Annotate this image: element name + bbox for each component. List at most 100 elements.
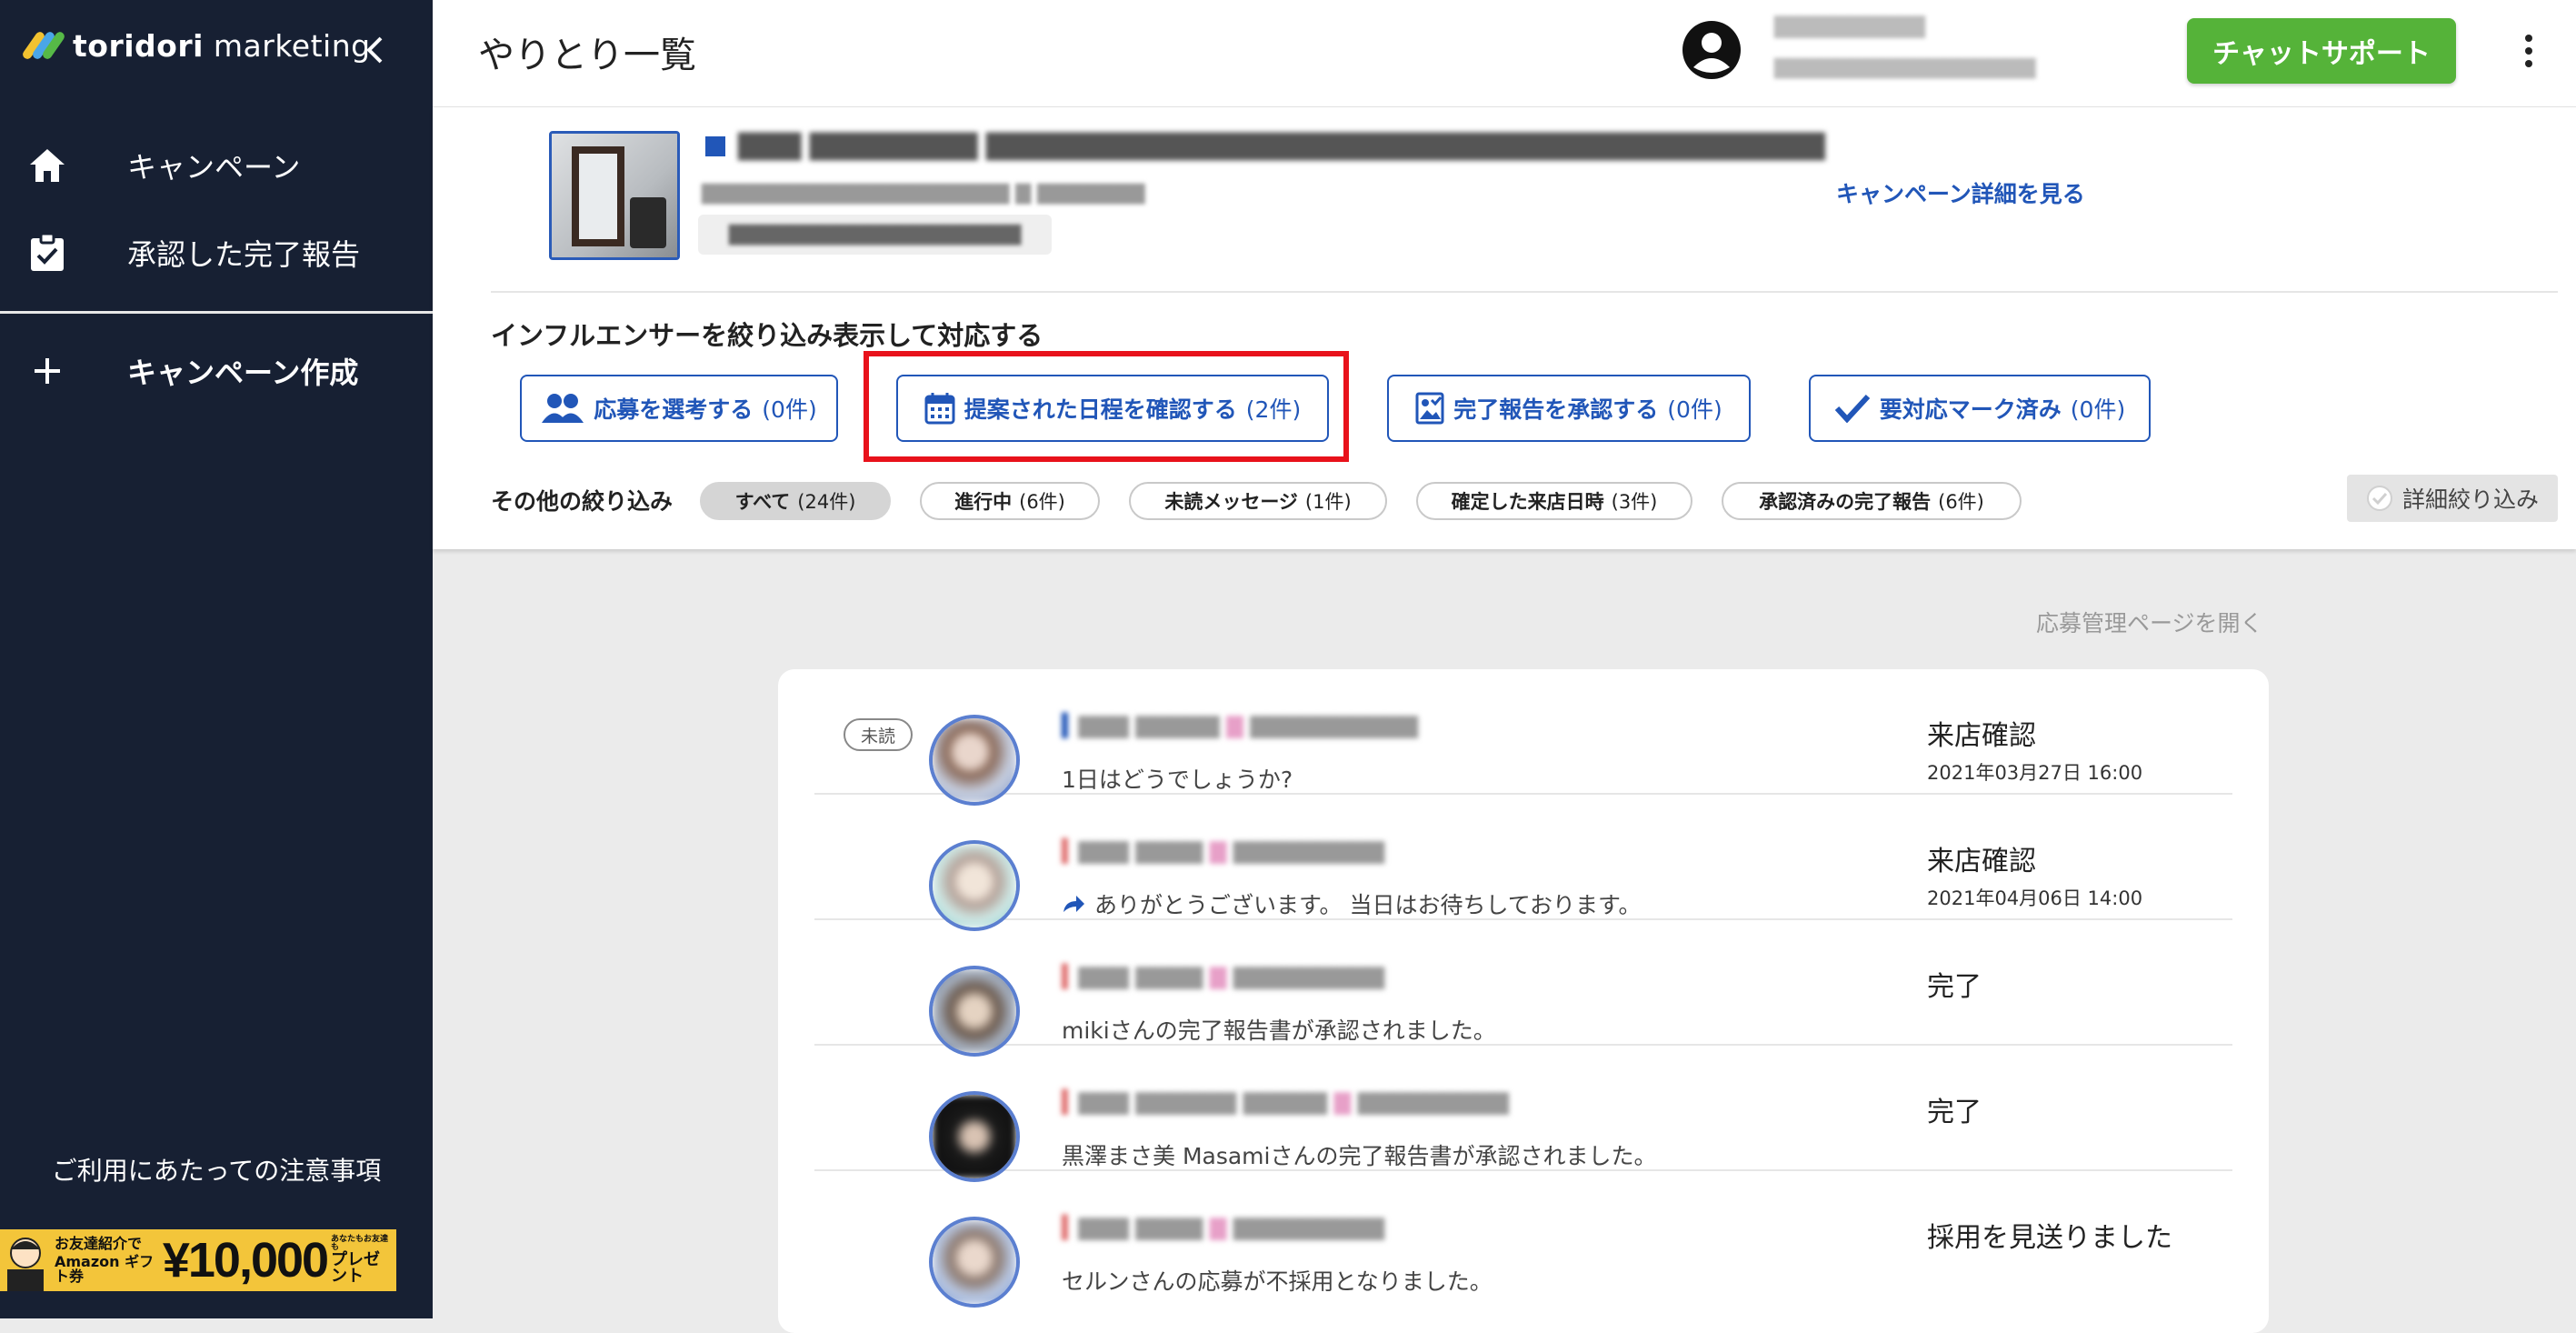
thread-row[interactable]: ▍▇▇▇ ▇▇▇▇ ▇ ▇▇▇▇▇▇▇▇▇ セルンさんの応募が不採用となりました… — [814, 1171, 2232, 1308]
avatar — [929, 715, 1020, 806]
unread-badge: 未読 — [844, 718, 913, 751]
check-circle-icon — [2366, 486, 2392, 511]
campaign-detail-link[interactable]: キャンペーン詳細を見る — [1836, 176, 2085, 209]
chip-all[interactable]: すべて (24件) — [700, 482, 891, 520]
sidebar-item-label: キャンペーン — [127, 150, 301, 185]
sender-name-redacted: ▍▇▇▇ ▇▇▇▇ ▇ ▇▇▇▇▇▇▇▇▇ — [1062, 838, 1385, 864]
chip-count: (24件) — [797, 491, 856, 513]
sidebar-collapse-button[interactable] — [356, 27, 393, 73]
avatar — [929, 1091, 1020, 1182]
message-text: ありがとうございます。 当日はお待ちしております。 — [1094, 892, 1642, 918]
campaign-category-tag: ▇▇▇▇▇▇▇▇▇▇▇▇▇▇▇▇▇▇▇ — [698, 215, 1053, 255]
chip-label: 確定した来店日時 — [1451, 491, 1604, 513]
plus-icon — [27, 351, 67, 391]
thread-status: 来店確認 — [1927, 720, 2036, 752]
chip-count: (1件) — [1304, 491, 1352, 513]
chip-label: 進行中 — [954, 491, 1013, 513]
chevron-left-icon — [366, 36, 383, 64]
thread-message: ありがとうございます。 当日はお待ちしております。 — [1062, 887, 1641, 920]
sidebar-item-approved-reports[interactable]: 承認した完了報告 — [0, 216, 433, 289]
thread-date: 2021年04月06日 14:00 — [1927, 887, 2143, 909]
chip-confirmed-visits[interactable]: 確定した来店日時 (3件) — [1416, 482, 1692, 520]
panel-divider — [491, 291, 2558, 293]
highlight-annotation-box — [864, 351, 1349, 462]
banner-small-bottom: Amazon ギフト券 — [55, 1253, 155, 1285]
referral-banner[interactable]: お友達紹介で Amazon ギフト券 ¥10,000 あなたもお友達も プレゼン… — [0, 1229, 396, 1291]
thread-row[interactable]: ▍▇▇▇ ▇▇▇▇ ▇ ▇▇▇▇▇▇▇▇▇ mikiさんの完了報告書が承認されま… — [814, 920, 2232, 1057]
thread-status: 来店確認 — [1927, 846, 2036, 877]
quick-label: 完了報告を承認する — [1453, 396, 1659, 423]
quick-count: (0件) — [1667, 396, 1722, 423]
checkmark-icon — [1834, 394, 1870, 423]
thread-message: 黒澤まさ美 Masamiさんの完了報告書が承認されました。 — [1062, 1138, 1656, 1171]
detail-filter-button[interactable]: 詳細絞り込み — [2347, 475, 2558, 522]
user-account-name: ▇▇▇▇▇▇▇▇▇▇▇▇▇▇▇▇▇ — [1774, 56, 2036, 79]
user-avatar-icon[interactable] — [1682, 20, 1742, 80]
logo-text: toridori marketing — [73, 27, 371, 64]
thread-message: 1日はどうでしょうか? — [1062, 762, 1293, 795]
sidebar-item-create-campaign[interactable]: キャンペーン作成 — [0, 335, 433, 407]
approve-reports-button[interactable]: 完了報告を承認する (0件) — [1387, 375, 1751, 442]
chip-label: 承認済みの完了報告 — [1759, 491, 1932, 513]
open-applications-page-link[interactable]: 応募管理ページを開く — [2036, 606, 2263, 638]
sidebar-item-campaigns[interactable]: キャンペーン — [0, 129, 433, 202]
select-applicants-button[interactable]: 応募を選考する (0件) — [520, 375, 838, 442]
campaign-thumbnail[interactable] — [549, 131, 680, 260]
sender-name-redacted: ▍▇▇▇ ▇▇▇▇ ▇ ▇▇▇▇▇▇▇▇▇ — [1062, 964, 1385, 989]
quick-count: (0件) — [762, 396, 817, 423]
banner-small-top: お友達紹介で — [55, 1235, 143, 1252]
chip-label: すべて — [734, 491, 791, 513]
message-text: 黒澤まさ美 Masamiさんの完了報告書が承認されました。 — [1062, 1143, 1657, 1169]
thread-status: 採用を見送りました — [1927, 1222, 2172, 1254]
campaign-title-redacted[interactable]: ▇▇▇ ▇▇▇▇▇▇▇▇ ▇▇▇▇▇▇▇▇▇▇▇▇▇▇▇▇▇▇▇▇▇▇▇▇▇▇▇… — [738, 129, 1825, 161]
message-text: 1日はどうでしょうか? — [1062, 767, 1293, 793]
thread-status: 完了 — [1927, 971, 1982, 1003]
quick-label: 要対応マーク済み — [1879, 396, 2062, 423]
clipboard-check-icon — [27, 233, 67, 273]
campaign-status-square — [705, 136, 725, 156]
logo-mark-icon — [21, 27, 66, 64]
sidebar-item-label: 承認した完了報告 — [127, 237, 361, 272]
chip-count: (3件) — [1611, 491, 1658, 513]
chip-count: (6件) — [1938, 491, 1984, 513]
chip-in-progress[interactable]: 進行中 (6件) — [920, 482, 1100, 520]
chip-approved-reports[interactable]: 承認済みの完了報告 (6件) — [1722, 482, 2022, 520]
banner-amount: ¥10,000 — [162, 1233, 329, 1288]
chat-support-button[interactable]: チャットサポート — [2187, 18, 2456, 84]
home-icon — [27, 145, 67, 185]
usage-notice-link[interactable]: ご利用にあたっての注意事項 — [0, 1151, 433, 1188]
banner-suffix: プレゼント — [331, 1250, 381, 1286]
chip-count: (6件) — [1019, 491, 1065, 513]
other-filters-label: その他の絞り込み — [491, 488, 674, 515]
sidebar-item-label: キャンペーン作成 — [127, 356, 359, 390]
thread-message: セルンさんの応募が不採用となりました。 — [1062, 1264, 1493, 1297]
report-photo-icon — [1415, 392, 1444, 425]
quick-count: (0件) — [2070, 396, 2126, 423]
avatar — [929, 840, 1020, 931]
thread-list: 未読 ▍▇▇▇ ▇▇▇▇▇ ▇ ▇▇▇▇▇▇▇▇▇▇ 1日はどうでしょうか? 来… — [778, 669, 2269, 1333]
filter-panel: ▇▇▇ ▇▇▇▇▇▇▇▇ ▇▇▇▇▇▇▇▇▇▇▇▇▇▇▇▇▇▇▇▇▇▇▇▇▇▇▇… — [433, 107, 2576, 549]
message-text: セルンさんの応募が不採用となりました。 — [1062, 1268, 1493, 1295]
avatar — [929, 966, 1020, 1057]
thread-message: mikiさんの完了報告書が承認されました。 — [1062, 1013, 1496, 1046]
thread-date: 2021年03月27日 16:00 — [1927, 762, 2143, 784]
filter-heading: インフルエンサーを絞り込み表示して対応する — [491, 320, 1043, 351]
top-bar: やりとり一覧 ▇▇▇▇▇▇▇▇▇ ▇▇▇▇▇▇▇▇▇▇▇▇▇▇▇▇▇ チャットサ… — [433, 0, 2576, 107]
chip-unread-messages[interactable]: 未読メッセージ (1件) — [1129, 482, 1387, 520]
more-vertical-icon[interactable] — [2511, 27, 2547, 75]
thread-row[interactable]: ▍▇▇▇ ▇▇▇▇▇▇ ▇▇▇▇▇ ▇ ▇▇▇▇▇▇▇▇▇ 黒澤まさ美 Masa… — [814, 1046, 2232, 1182]
user-company-name: ▇▇▇▇▇▇▇▇▇ — [1774, 13, 1926, 38]
avatar — [929, 1217, 1020, 1308]
mascot-icon — [0, 1229, 55, 1291]
people-icon — [542, 394, 584, 423]
thread-status: 完了 — [1927, 1097, 1982, 1128]
sidebar-divider — [0, 311, 433, 314]
app-logo[interactable]: toridori marketing — [21, 27, 371, 64]
thread-row[interactable]: ▍▇▇▇ ▇▇▇▇ ▇ ▇▇▇▇▇▇▇▇▇ ありがとうございます。 当日はお待ち… — [814, 795, 2232, 931]
detail-filter-label: 詳細絞り込み — [2401, 486, 2539, 513]
campaign-meta-redacted: ▇▇▇▇▇▇▇▇▇▇▇▇▇▇▇▇▇▇▇▇ ▇ ▇▇▇▇▇▇▇ — [702, 182, 1145, 205]
sender-name-redacted: ▍▇▇▇ ▇▇▇▇▇ ▇ ▇▇▇▇▇▇▇▇▇▇ — [1062, 713, 1419, 738]
flagged-items-button[interactable]: 要対応マーク済み (0件) — [1809, 375, 2151, 442]
sender-name-redacted: ▍▇▇▇ ▇▇▇▇ ▇ ▇▇▇▇▇▇▇▇▇ — [1062, 1215, 1385, 1240]
thread-row[interactable]: 未読 ▍▇▇▇ ▇▇▇▇▇ ▇ ▇▇▇▇▇▇▇▇▇▇ 1日はどうでしょうか? 来… — [814, 669, 2232, 806]
